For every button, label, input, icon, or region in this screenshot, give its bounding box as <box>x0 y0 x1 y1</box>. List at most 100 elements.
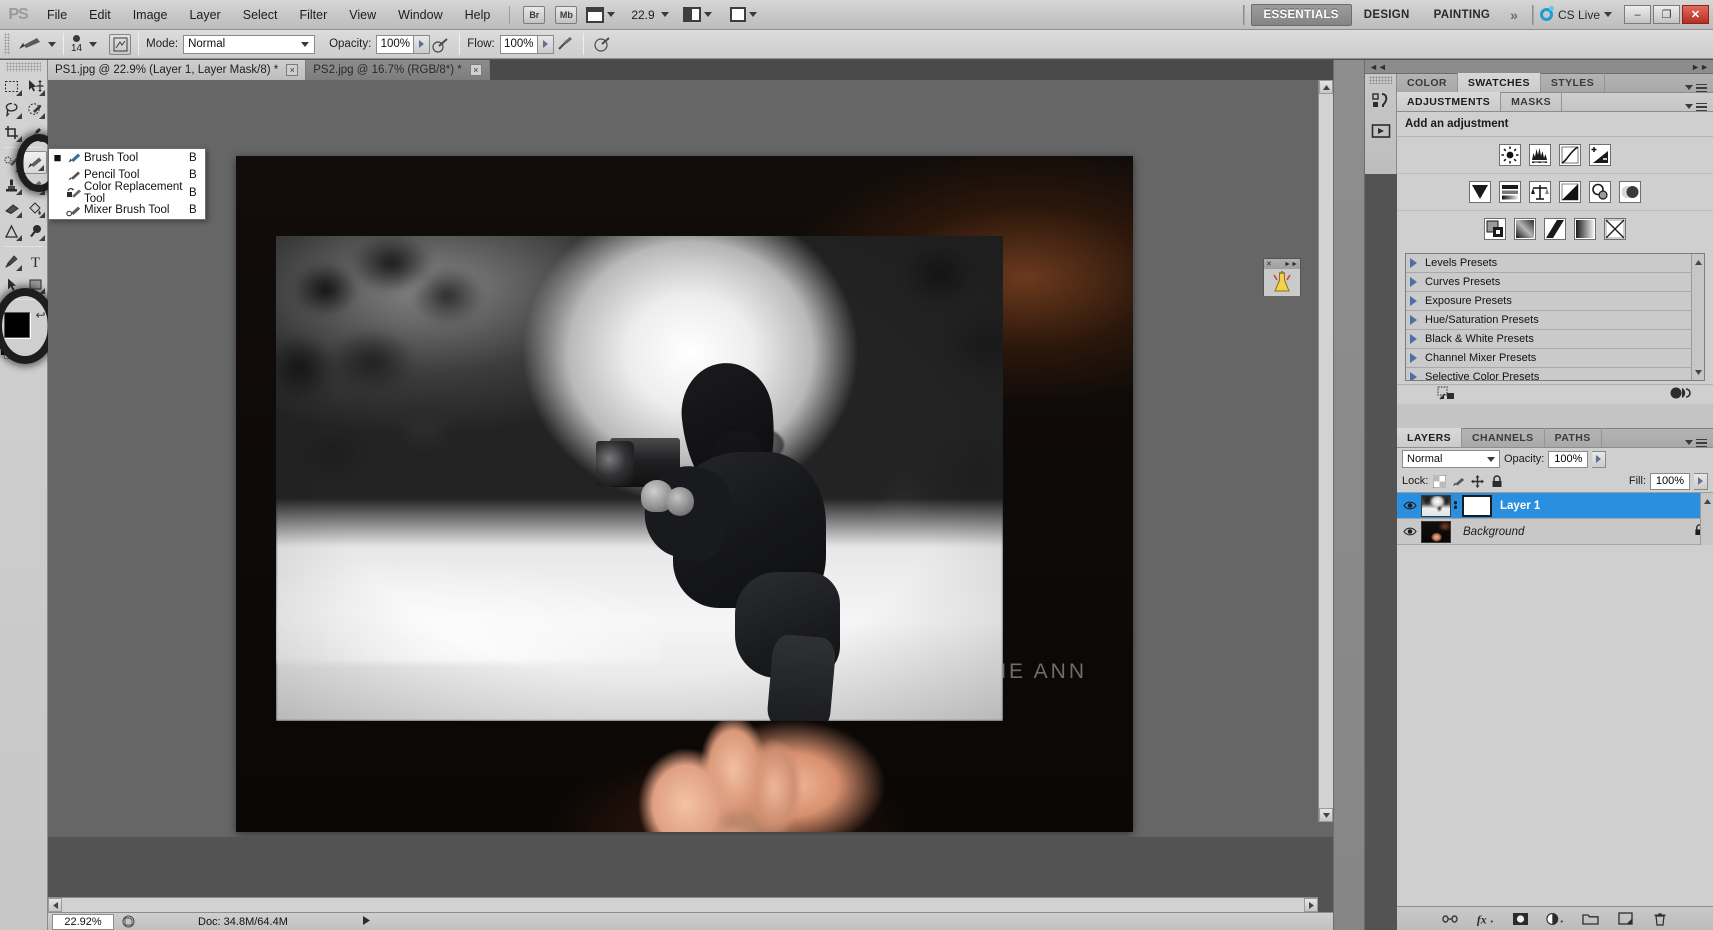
menu-help[interactable]: Help <box>454 4 502 26</box>
close-icon[interactable]: ✕ <box>1266 260 1272 268</box>
adjustments-panel-menu-button[interactable] <box>1679 102 1713 111</box>
flyout-item-color-replacement-tool[interactable]: Color Replacement Tool B <box>49 181 205 205</box>
opacity-pressure-toggle[interactable] <box>430 34 452 55</box>
layer-style-button[interactable]: fx <box>1476 910 1494 928</box>
preset-curves[interactable]: Curves Presets <box>1406 273 1704 292</box>
workspace-painting[interactable]: PAINTING <box>1422 5 1503 25</box>
tab-adjustments[interactable]: ADJUSTMENTS <box>1397 92 1502 111</box>
history-panel-icon-button[interactable] <box>1368 88 1394 114</box>
lock-position-button[interactable] <box>1470 474 1485 489</box>
preset-channel-mixer[interactable]: Channel Mixer Presets <box>1406 349 1704 368</box>
document-canvas[interactable]: NE ANN <box>236 156 1133 832</box>
tool-preset-picker[interactable] <box>16 35 56 53</box>
layer-visibility-toggle[interactable] <box>1399 500 1421 511</box>
dock-collapse-bar[interactable]: ◄◄ ►► <box>1365 60 1713 74</box>
add-layer-mask-button[interactable] <box>1511 910 1529 928</box>
workspace-design[interactable]: DESIGN <box>1352 5 1422 25</box>
layer-opacity-slider-button[interactable] <box>1592 450 1607 468</box>
floating-mini-panel[interactable]: ✕ ►► <box>1263 258 1301 296</box>
menu-window[interactable]: Window <box>387 4 453 26</box>
table-row[interactable]: Background <box>1397 519 1713 545</box>
flow-slider-button[interactable] <box>537 34 554 54</box>
eraser-tool[interactable] <box>0 197 24 220</box>
tab-channels[interactable]: CHANNELS <box>1462 428 1545 447</box>
new-layer-button[interactable] <box>1616 910 1634 928</box>
tab-masks[interactable]: MASKS <box>1501 92 1563 111</box>
layer-fill-slider-button[interactable] <box>1694 472 1708 490</box>
flyout-item-brush-tool[interactable]: ■ Brush Tool B <box>49 149 205 167</box>
layers-panel-menu-button[interactable] <box>1679 438 1713 447</box>
preset-black-white[interactable]: Black & White Presets <box>1406 330 1704 349</box>
rectangular-marquee-tool[interactable] <box>0 75 24 98</box>
color-group-panel-menu-button[interactable] <box>1679 83 1713 92</box>
channel-mixer-button[interactable] <box>1619 181 1641 203</box>
clip-to-layer-button[interactable] <box>1437 385 1455 404</box>
layers-scrollbar[interactable] <box>1700 493 1713 545</box>
mini-panel-body[interactable] <box>1264 269 1300 296</box>
preset-hue-saturation[interactable]: Hue/Saturation Presets <box>1406 311 1704 330</box>
vibrance-button[interactable] <box>1469 181 1491 203</box>
lasso-tool[interactable] <box>0 98 24 121</box>
exposure-button[interactable] <box>1589 144 1611 166</box>
tab-paths[interactable]: PATHS <box>1545 428 1602 447</box>
menu-select[interactable]: Select <box>232 4 289 26</box>
dodge-tool[interactable] <box>24 220 48 243</box>
opacity-slider-button[interactable] <box>414 34 431 54</box>
blur-tool[interactable] <box>0 220 24 243</box>
tab-swatches[interactable]: SWATCHES <box>1457 73 1541 92</box>
spot-healing-brush-tool[interactable] <box>0 151 23 174</box>
brush-tool[interactable] <box>23 151 47 174</box>
delete-layer-button[interactable] <box>1651 910 1669 928</box>
actions-panel-icon-button[interactable] <box>1368 118 1394 144</box>
brush-picker-chevron-down-icon[interactable] <box>89 41 98 47</box>
photo-filter-button[interactable] <box>1589 181 1611 203</box>
opacity-input[interactable]: 100% <box>376 34 415 54</box>
selective-color-button[interactable] <box>1604 218 1626 240</box>
adjustment-presets-list[interactable]: Levels Presets Curves Presets Exposure P… <box>1405 253 1705 381</box>
move-tool[interactable] <box>24 75 48 98</box>
scroll-left-arrow-icon[interactable] <box>48 898 62 912</box>
table-row[interactable]: Layer 1 <box>1397 493 1713 519</box>
brush-preset-picker[interactable]: 14 <box>71 34 82 54</box>
arrange-documents-button[interactable] <box>682 7 712 22</box>
menu-file[interactable]: File <box>36 4 78 26</box>
gradient-map-button[interactable] <box>1574 218 1596 240</box>
scroll-up-arrow-icon[interactable] <box>1701 493 1713 507</box>
canvas-area[interactable]: NE ANN <box>48 80 1333 837</box>
tools-panel-grip[interactable] <box>6 62 41 72</box>
link-layers-button[interactable] <box>1441 910 1459 928</box>
pen-tool[interactable] <box>0 250 24 273</box>
layer-thumbnail[interactable] <box>1421 494 1451 517</box>
brush-panel-toggle-button[interactable] <box>109 33 132 55</box>
expand-panels-icon[interactable]: ►► <box>1691 62 1709 72</box>
view-extras-button[interactable] <box>586 6 616 23</box>
document-thumbnail-button[interactable] <box>118 914 138 930</box>
black-white-button[interactable] <box>1559 181 1581 203</box>
tab-color[interactable]: COLOR <box>1397 73 1458 92</box>
menu-view[interactable]: View <box>338 4 387 26</box>
menu-image[interactable]: Image <box>122 4 179 26</box>
document-tab-ps2[interactable]: PS2.jpg @ 16.7% (RGB/8*) * × <box>306 60 490 80</box>
history-brush-tool[interactable] <box>24 174 48 197</box>
flyout-item-mixer-brush-tool[interactable]: Mixer Brush Tool B <box>49 201 205 219</box>
close-button[interactable]: ✕ <box>1682 5 1709 24</box>
minimize-button[interactable]: – <box>1624 5 1651 24</box>
tab-styles[interactable]: STYLES <box>1541 73 1606 92</box>
workspace-more-button[interactable]: » <box>1502 7 1526 23</box>
color-balance-button[interactable] <box>1529 181 1551 203</box>
clone-stamp-tool[interactable] <box>0 174 24 197</box>
workspace-essentials[interactable]: ESSENTIALS <box>1250 3 1352 26</box>
lock-image-pixels-button[interactable] <box>1451 474 1466 489</box>
maximize-button[interactable]: ❐ <box>1653 5 1680 24</box>
path-selection-tool[interactable] <box>0 273 24 296</box>
gradient-tool[interactable] <box>24 197 48 220</box>
foreground-color-swatch[interactable] <box>3 312 30 338</box>
new-group-button[interactable] <box>1581 910 1599 928</box>
layer-fill-input[interactable]: 100% <box>1650 472 1690 490</box>
layer-visibility-toggle[interactable] <box>1399 526 1421 537</box>
invert-button[interactable] <box>1484 218 1506 240</box>
close-icon[interactable]: × <box>469 64 482 76</box>
tablet-pressure-size-button[interactable] <box>591 34 613 55</box>
quick-selection-tool[interactable] <box>24 98 48 121</box>
expand-icon[interactable]: ►► <box>1284 261 1298 268</box>
